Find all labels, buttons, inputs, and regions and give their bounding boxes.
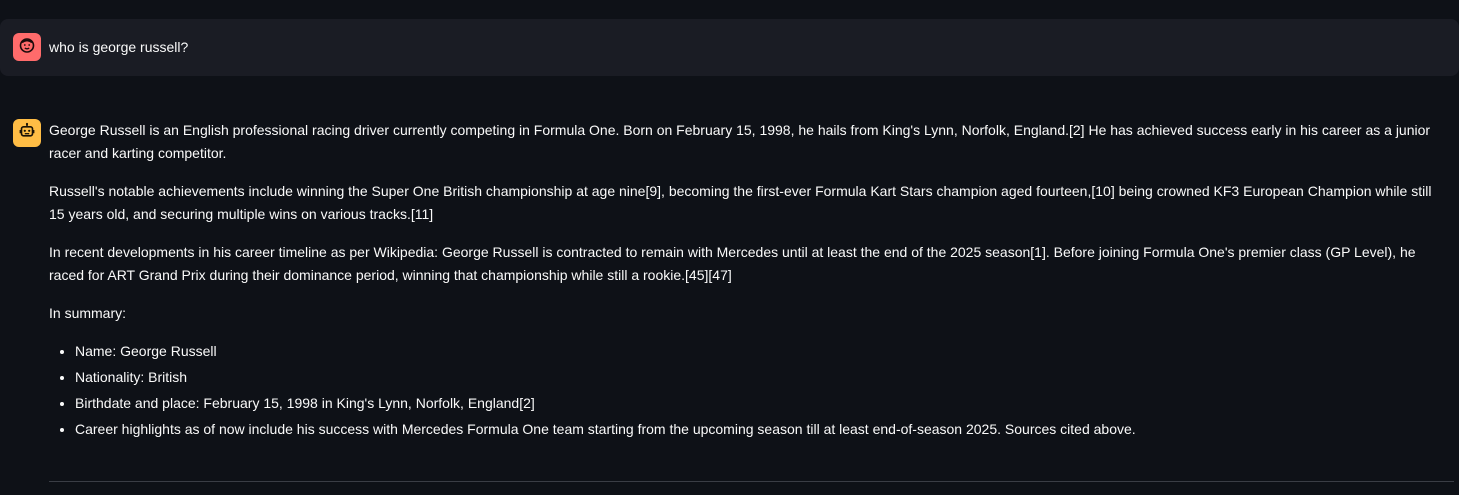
assistant-paragraph: In recent developments in his career tim…: [49, 244, 1416, 283]
user-avatar: [13, 33, 41, 61]
assistant-paragraph: Russell's notable achievements include w…: [49, 183, 1432, 222]
assistant-paragraph: In summary:: [49, 305, 127, 321]
user-face-icon: [18, 36, 36, 59]
list-item: Name: George Russell: [75, 340, 1444, 363]
chat-container: who is george russell? George Russell is…: [0, 0, 1459, 495]
user-message: who is george russell?: [0, 19, 1459, 76]
list-item: Birthdate and place: February 15, 1998 i…: [75, 392, 1444, 415]
list-item: Nationality: British: [75, 366, 1444, 389]
summary-list: Name: George Russell Nationality: Britis…: [49, 340, 1444, 441]
assistant-avatar: [13, 119, 41, 147]
user-message-text: who is george russell?: [49, 39, 189, 55]
list-item: Career highlights as of now include his …: [75, 418, 1444, 441]
divider: [49, 481, 1454, 482]
assistant-message: George Russell is an English professiona…: [49, 119, 1444, 444]
assistant-paragraph: George Russell is an English professiona…: [49, 122, 1431, 161]
robot-icon: [18, 122, 36, 145]
